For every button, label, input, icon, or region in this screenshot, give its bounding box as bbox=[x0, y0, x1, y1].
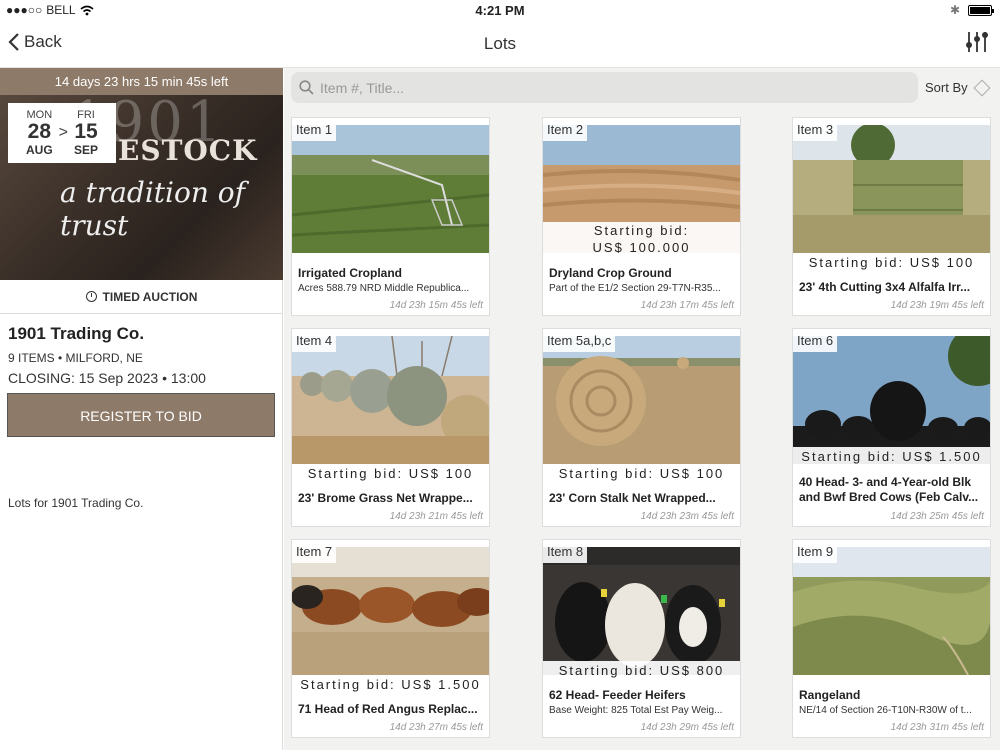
auction-banner: 1901 ESTOCK a tradition of trust 14 days… bbox=[0, 68, 283, 280]
filter-sliders-icon[interactable] bbox=[964, 28, 990, 56]
lot-number: Item 2 bbox=[543, 118, 588, 141]
sort-button[interactable]: Sort By bbox=[925, 79, 991, 96]
lot-time-left: 14d 23h 23m 45s left bbox=[640, 511, 734, 522]
lot-card[interactable]: Item 7 Starting bid: US$ 1.500 71 Head o… bbox=[291, 539, 490, 738]
lot-photo bbox=[292, 125, 489, 253]
lot-time-left: 14d 23h 29m 45s left bbox=[640, 722, 734, 733]
lot-card[interactable]: Item 4 Starting bid: US$ 100 23' Brome G… bbox=[291, 328, 490, 527]
lot-title: 23' Corn Stalk Net Wrapped... bbox=[549, 491, 716, 505]
starting-bid: Starting bid: US$ 1.500 bbox=[292, 675, 489, 695]
page-title: Lots bbox=[483, 34, 517, 53]
lot-card[interactable]: Item 9 Rangeland NE/14 of Section 26-T10… bbox=[792, 539, 991, 738]
starting-bid: Starting bid: US$ 800 bbox=[543, 661, 740, 681]
lot-number: Item 4 bbox=[292, 329, 337, 352]
closing-time: CLOSING: 15 Sep 2023 • 13:00 bbox=[8, 370, 206, 386]
starting-bid: Starting bid: US$ 100 bbox=[543, 464, 740, 484]
date-arrow: > bbox=[58, 124, 68, 141]
register-to-bid-button[interactable]: REGISTER TO BID bbox=[7, 393, 275, 437]
lot-card[interactable]: Item 1 Irrigated Cropland Acres 588.79 N… bbox=[291, 117, 490, 316]
lot-card[interactable]: Item 5a,b,c Starting bid: US$ 100 23' Co… bbox=[542, 328, 741, 527]
lot-photo bbox=[793, 125, 990, 253]
lots-panel: Item #, Title... Sort By Item 1 Irrigate… bbox=[284, 68, 1000, 750]
end-date: FRI 15 SEP bbox=[74, 109, 99, 157]
status-right: ✱ bbox=[949, 3, 994, 17]
lot-title: 40 Head- 3- and 4-Year-old Blk and Bwf B… bbox=[799, 475, 979, 504]
starting-bid: Starting bid: US$ 100 bbox=[793, 253, 990, 273]
lot-time-left: 14d 23h 31m 45s left bbox=[890, 722, 984, 733]
lot-title: 23' Brome Grass Net Wrappe... bbox=[298, 491, 473, 505]
banner-tagline: a tradition of trust bbox=[60, 176, 246, 242]
start-date: MON 28 AUG bbox=[25, 109, 53, 157]
lot-number: Item 6 bbox=[793, 329, 838, 352]
lot-time-left: 14d 23h 19m 45s left bbox=[890, 300, 984, 311]
banner-brand: ESTOCK bbox=[118, 134, 258, 167]
lot-title: Dryland Crop Ground bbox=[549, 266, 672, 280]
lot-time-left: 14d 23h 25m 45s left bbox=[890, 511, 984, 522]
lot-photo bbox=[292, 547, 489, 675]
lot-title: Irrigated Cropland bbox=[298, 266, 403, 280]
lot-number: Item 5a,b,c bbox=[543, 329, 616, 352]
starting-bid: Starting bid: US$ 100 bbox=[292, 464, 489, 484]
lot-photo bbox=[793, 547, 990, 675]
starting-bid: Starting bid: US$ 1.500 bbox=[793, 447, 990, 467]
lot-photo bbox=[543, 547, 740, 675]
starting-bid: Starting bid: US$ 100.000 bbox=[543, 222, 740, 256]
sort-diamond-icon bbox=[973, 79, 991, 96]
lot-number: Item 9 bbox=[793, 540, 838, 563]
lot-card[interactable]: Item 8 Starting bid: US$ 800 62 Head- Fe… bbox=[542, 539, 741, 738]
lot-subtitle: Part of the E1/2 Section 29-T7N-R35... bbox=[549, 283, 721, 294]
nav-bar: Back Lots bbox=[0, 20, 1000, 68]
company-name: 1901 Trading Co. bbox=[8, 324, 145, 343]
lot-title: 62 Head- Feeder Heifers bbox=[549, 688, 686, 702]
clock-icon bbox=[85, 291, 97, 302]
auction-panel: 1901 ESTOCK a tradition of trust 14 days… bbox=[0, 68, 283, 750]
lot-number: Item 3 bbox=[793, 118, 838, 141]
auction-meta: 9 ITEMS • MILFORD, NE bbox=[8, 351, 143, 365]
status-bar: ●●●○○ BELL 4:21 PM ✱ bbox=[0, 0, 1000, 20]
battery-icon bbox=[968, 4, 994, 16]
lot-photo bbox=[292, 336, 489, 464]
lot-title: 71 Head of Red Angus Replac... bbox=[298, 702, 478, 716]
lot-time-left: 14d 23h 21m 45s left bbox=[389, 511, 483, 522]
lot-photo bbox=[793, 336, 990, 464]
lot-time-left: 14d 23h 17m 45s left bbox=[640, 300, 734, 311]
search-placeholder: Item #, Title... bbox=[320, 79, 405, 96]
lot-title: Rangeland bbox=[799, 688, 861, 702]
lot-card[interactable]: Item 6 Starting bid: US$ 1.500 40 Head- … bbox=[792, 328, 991, 527]
lot-time-left: 14d 23h 15m 45s left bbox=[389, 300, 483, 311]
auction-dates: MON 28 AUG > FRI 15 SEP bbox=[8, 103, 116, 163]
lot-photo bbox=[543, 336, 740, 464]
lot-number: Item 8 bbox=[543, 540, 588, 563]
countdown: 14 days 23 hrs 15 min 45s left bbox=[0, 68, 283, 95]
auction-type-label: TIMED AUCTION bbox=[102, 289, 198, 304]
lot-subtitle: Acres 588.79 NRD Middle Republica... bbox=[298, 283, 470, 294]
lot-time-left: 14d 23h 27m 45s left bbox=[389, 722, 483, 733]
lot-card[interactable]: Item 3 Starting bid: US$ 100 23' 4th Cut… bbox=[792, 117, 991, 316]
sort-label: Sort By bbox=[925, 80, 968, 95]
lot-number: Item 1 bbox=[292, 118, 337, 141]
lot-title: 23' 4th Cutting 3x4 Alfalfa Irr... bbox=[799, 280, 971, 294]
lot-subtitle: Base Weight: 825 Total Est Pay Weig... bbox=[549, 705, 723, 716]
bluetooth-icon: ✱ bbox=[949, 3, 960, 17]
lot-subtitle: NE/14 of Section 26-T10N-R30W of t... bbox=[799, 705, 972, 716]
lot-card[interactable]: Item 2 Starting bid: US$ 100.000 Dryland… bbox=[542, 117, 741, 316]
lots-for-label: Lots for 1901 Trading Co. bbox=[8, 496, 144, 510]
lot-number: Item 7 bbox=[292, 540, 337, 563]
search-input[interactable]: Item #, Title... bbox=[291, 72, 918, 103]
auction-type: TIMED AUCTION bbox=[0, 280, 283, 314]
search-row: Item #, Title... Sort By bbox=[284, 68, 1000, 108]
search-icon bbox=[299, 80, 314, 95]
status-time: 4:21 PM bbox=[475, 3, 525, 18]
